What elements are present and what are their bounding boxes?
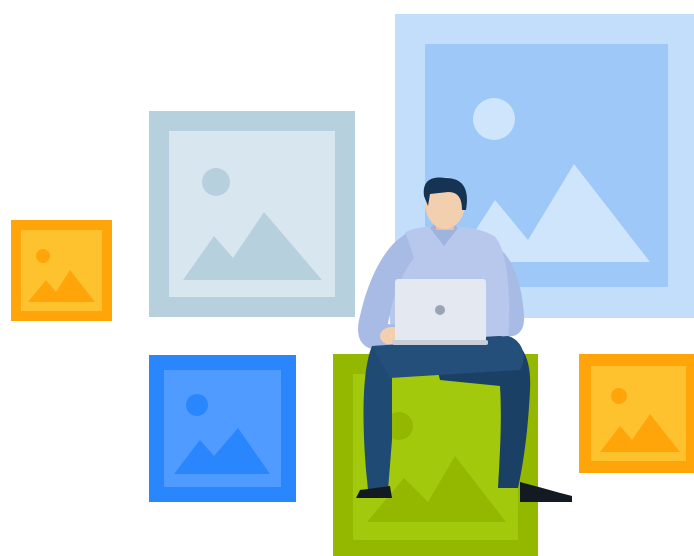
illustration-canvas xyxy=(11,14,694,556)
laptop-icon xyxy=(392,279,488,345)
image-placeholder-icon xyxy=(579,354,694,473)
illustration xyxy=(0,0,694,556)
image-placeholder-icon xyxy=(149,111,355,317)
image-placeholder-icon xyxy=(149,355,296,502)
image-placeholder-icon xyxy=(11,220,112,321)
